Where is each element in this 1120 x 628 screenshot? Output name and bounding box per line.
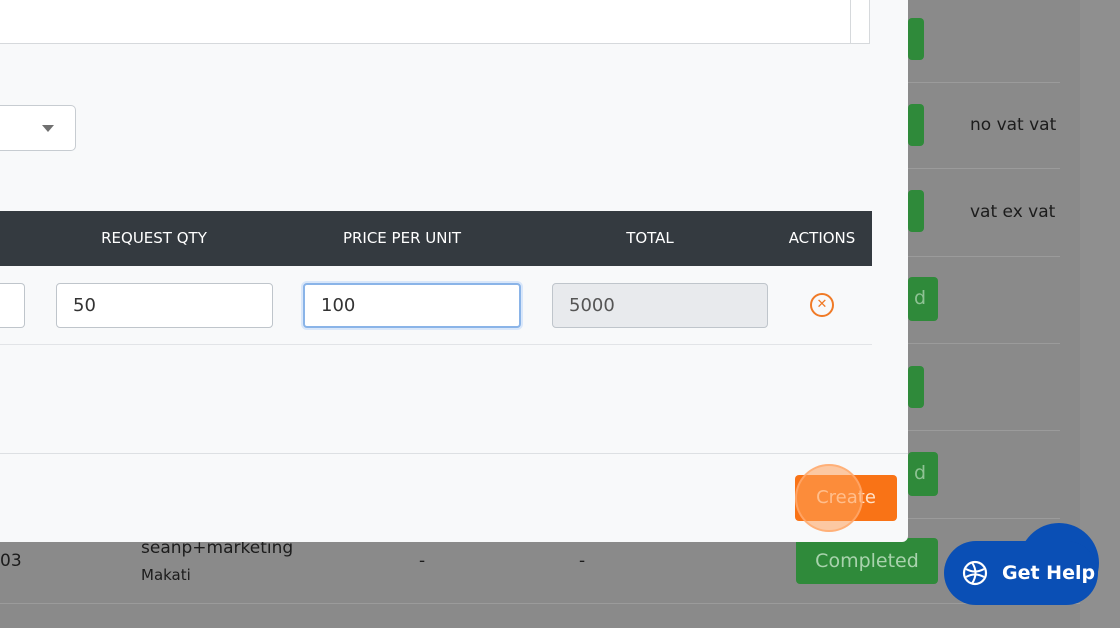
row-col3: - bbox=[419, 551, 426, 571]
status-badge: d bbox=[908, 277, 938, 321]
row-note: vat ex vat bbox=[970, 202, 1056, 222]
status-badge bbox=[908, 190, 924, 232]
row-divider bbox=[908, 518, 1060, 519]
textarea-scrollbar[interactable] bbox=[850, 0, 851, 44]
row-col4: - bbox=[579, 551, 586, 571]
row-divider bbox=[908, 430, 1060, 431]
status-badge bbox=[908, 18, 924, 60]
row-divider bbox=[0, 344, 872, 345]
chevron-down-icon bbox=[42, 125, 54, 132]
status-badge-text: d bbox=[914, 462, 927, 484]
status-badge-text: d bbox=[914, 287, 927, 309]
row-divider bbox=[908, 168, 1060, 169]
globe-icon bbox=[962, 560, 988, 586]
modal-footer-divider bbox=[0, 453, 908, 454]
request-qty-input[interactable]: 50 bbox=[56, 283, 273, 328]
row-note: no vat vat bbox=[970, 115, 1057, 135]
status-badge bbox=[908, 104, 924, 146]
total-field: 5000 bbox=[552, 283, 768, 328]
row-divider bbox=[908, 343, 1060, 344]
header-total: TOTAL bbox=[626, 229, 674, 247]
status-badge-completed: Completed bbox=[796, 538, 938, 584]
item-select[interactable] bbox=[0, 105, 76, 151]
status-badge: d bbox=[908, 452, 938, 496]
row-divider bbox=[908, 82, 1060, 83]
get-help-button[interactable]: Get Help bbox=[944, 541, 1098, 605]
create-modal: REQUEST QTY PRICE PER UNIT TOTAL ACTIONS… bbox=[0, 0, 908, 542]
header-actions: ACTIONS bbox=[788, 229, 856, 247]
items-table-header: REQUEST QTY PRICE PER UNIT TOTAL ACTIONS bbox=[0, 211, 872, 266]
get-help-label: Get Help bbox=[1002, 562, 1096, 584]
header-price-per-unit: PRICE PER UNIT bbox=[342, 229, 462, 247]
item-name-field[interactable] bbox=[0, 283, 25, 328]
row-divider bbox=[0, 603, 1080, 604]
close-circle-icon[interactable]: ✕ bbox=[810, 293, 834, 317]
header-request-qty: REQUEST QTY bbox=[101, 229, 207, 247]
row-location: Makati bbox=[141, 566, 191, 584]
row-divider bbox=[908, 256, 1060, 257]
row-id: 03 bbox=[0, 551, 22, 571]
status-badge bbox=[908, 366, 924, 408]
create-button[interactable]: Create bbox=[795, 475, 897, 521]
notes-textarea[interactable] bbox=[0, 0, 870, 44]
price-per-unit-input[interactable]: 100 bbox=[303, 283, 521, 328]
